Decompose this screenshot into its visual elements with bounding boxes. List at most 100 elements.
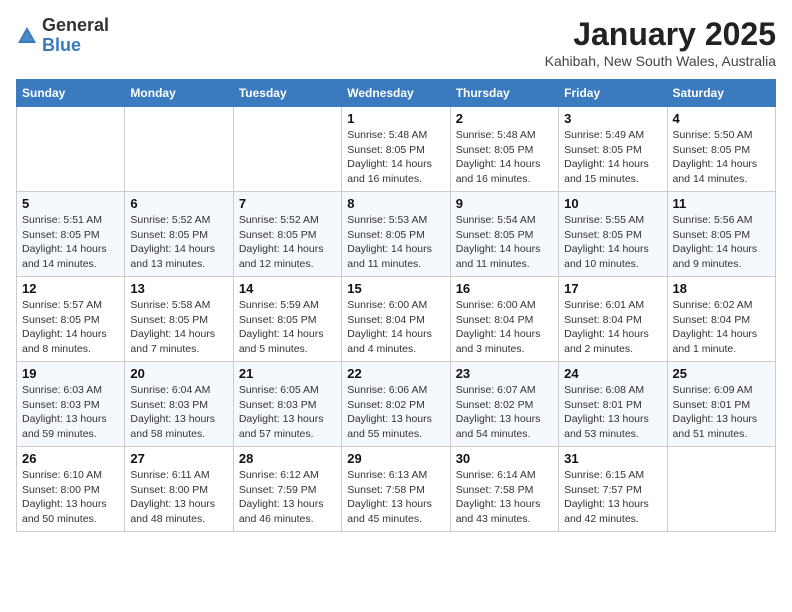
logo-blue-text: Blue xyxy=(42,35,81,55)
day-info: Sunrise: 5:59 AM Sunset: 8:05 PM Dayligh… xyxy=(239,298,336,357)
week-row-4: 19 Sunrise: 6:03 AM Sunset: 8:03 PM Dayli… xyxy=(17,362,776,447)
day-number: 16 xyxy=(456,281,553,296)
day-number: 11 xyxy=(673,196,770,211)
day-info: Sunrise: 5:52 AM Sunset: 8:05 PM Dayligh… xyxy=(239,213,336,272)
day-number: 8 xyxy=(347,196,444,211)
weekday-header-friday: Friday xyxy=(559,80,667,107)
day-number: 21 xyxy=(239,366,336,381)
day-info: Sunrise: 5:58 AM Sunset: 8:05 PM Dayligh… xyxy=(130,298,227,357)
day-cell-4: 4 Sunrise: 5:50 AM Sunset: 8:05 PM Daylig… xyxy=(667,107,775,192)
day-info: Sunrise: 6:00 AM Sunset: 8:04 PM Dayligh… xyxy=(456,298,553,357)
weekday-header-tuesday: Tuesday xyxy=(233,80,341,107)
day-info: Sunrise: 6:11 AM Sunset: 8:00 PM Dayligh… xyxy=(130,468,227,527)
day-info: Sunrise: 6:06 AM Sunset: 8:02 PM Dayligh… xyxy=(347,383,444,442)
empty-cell xyxy=(667,447,775,532)
day-cell-1: 1 Sunrise: 5:48 AM Sunset: 8:05 PM Daylig… xyxy=(342,107,450,192)
day-info: Sunrise: 6:03 AM Sunset: 8:03 PM Dayligh… xyxy=(22,383,119,442)
day-number: 18 xyxy=(673,281,770,296)
weekday-header-sunday: Sunday xyxy=(17,80,125,107)
day-number: 5 xyxy=(22,196,119,211)
day-cell-6: 6 Sunrise: 5:52 AM Sunset: 8:05 PM Daylig… xyxy=(125,192,233,277)
day-number: 15 xyxy=(347,281,444,296)
logo: General Blue xyxy=(16,16,109,56)
header: General Blue January 2025 Kahibah, New S… xyxy=(16,16,776,69)
day-cell-21: 21Sunrise: 6:05 AM Sunset: 8:03 PM Dayli… xyxy=(233,362,341,447)
day-info: Sunrise: 5:49 AM Sunset: 8:05 PM Dayligh… xyxy=(564,128,661,187)
weekday-header-thursday: Thursday xyxy=(450,80,558,107)
day-number: 10 xyxy=(564,196,661,211)
day-number: 31 xyxy=(564,451,661,466)
day-info: Sunrise: 5:48 AM Sunset: 8:05 PM Dayligh… xyxy=(347,128,444,187)
day-cell-22: 22 Sunrise: 6:06 AM Sunset: 8:02 PM Dayli… xyxy=(342,362,450,447)
day-cell-13: 13Sunrise: 5:58 AM Sunset: 8:05 PM Dayli… xyxy=(125,277,233,362)
weekday-header-wednesday: Wednesday xyxy=(342,80,450,107)
day-info: Sunrise: 5:56 AM Sunset: 8:05 PM Dayligh… xyxy=(673,213,770,272)
day-cell-29: 29Sunrise: 6:13 AM Sunset: 7:58 PM Dayli… xyxy=(342,447,450,532)
day-info: Sunrise: 6:07 AM Sunset: 8:02 PM Dayligh… xyxy=(456,383,553,442)
day-cell-11: 11 Sunrise: 5:56 AM Sunset: 8:05 PM Dayli… xyxy=(667,192,775,277)
day-cell-24: 24 Sunrise: 6:08 AM Sunset: 8:01 PM Dayli… xyxy=(559,362,667,447)
month-year-title: January 2025 xyxy=(545,16,776,53)
day-cell-9: 9 Sunrise: 5:54 AM Sunset: 8:05 PM Daylig… xyxy=(450,192,558,277)
day-cell-31: 31Sunrise: 6:15 AM Sunset: 7:57 PM Dayli… xyxy=(559,447,667,532)
day-cell-18: 18Sunrise: 6:02 AM Sunset: 8:04 PM Dayli… xyxy=(667,277,775,362)
day-info: Sunrise: 5:50 AM Sunset: 8:05 PM Dayligh… xyxy=(673,128,770,187)
day-number: 14 xyxy=(239,281,336,296)
day-cell-14: 14 Sunrise: 5:59 AM Sunset: 8:05 PM Dayli… xyxy=(233,277,341,362)
day-info: Sunrise: 5:54 AM Sunset: 8:05 PM Dayligh… xyxy=(456,213,553,272)
weekday-header-row: SundayMondayTuesdayWednesdayThursdayFrid… xyxy=(17,80,776,107)
day-cell-27: 27 Sunrise: 6:11 AM Sunset: 8:00 PM Dayli… xyxy=(125,447,233,532)
day-cell-23: 23 Sunrise: 6:07 AM Sunset: 8:02 PM Dayli… xyxy=(450,362,558,447)
week-row-3: 12 Sunrise: 5:57 AM Sunset: 8:05 PM Dayli… xyxy=(17,277,776,362)
week-row-5: 26 Sunrise: 6:10 AM Sunset: 8:00 PM Dayli… xyxy=(17,447,776,532)
day-number: 27 xyxy=(130,451,227,466)
day-number: 1 xyxy=(347,111,444,126)
day-number: 24 xyxy=(564,366,661,381)
day-number: 28 xyxy=(239,451,336,466)
day-info: Sunrise: 5:52 AM Sunset: 8:05 PM Dayligh… xyxy=(130,213,227,272)
day-number: 23 xyxy=(456,366,553,381)
day-number: 4 xyxy=(673,111,770,126)
day-number: 22 xyxy=(347,366,444,381)
day-info: Sunrise: 6:09 AM Sunset: 8:01 PM Dayligh… xyxy=(673,383,770,442)
day-cell-19: 19 Sunrise: 6:03 AM Sunset: 8:03 PM Dayli… xyxy=(17,362,125,447)
day-number: 3 xyxy=(564,111,661,126)
day-info: Sunrise: 6:01 AM Sunset: 8:04 PM Dayligh… xyxy=(564,298,661,357)
day-info: Sunrise: 5:55 AM Sunset: 8:05 PM Dayligh… xyxy=(564,213,661,272)
day-info: Sunrise: 5:57 AM Sunset: 8:05 PM Dayligh… xyxy=(22,298,119,357)
day-info: Sunrise: 6:04 AM Sunset: 8:03 PM Dayligh… xyxy=(130,383,227,442)
day-cell-30: 30 Sunrise: 6:14 AM Sunset: 7:58 PM Dayli… xyxy=(450,447,558,532)
day-info: Sunrise: 5:48 AM Sunset: 8:05 PM Dayligh… xyxy=(456,128,553,187)
day-number: 19 xyxy=(22,366,119,381)
empty-cell xyxy=(125,107,233,192)
location-subtitle: Kahibah, New South Wales, Australia xyxy=(545,53,776,69)
logo-icon xyxy=(16,25,38,47)
empty-cell xyxy=(17,107,125,192)
day-number: 12 xyxy=(22,281,119,296)
weekday-header-monday: Monday xyxy=(125,80,233,107)
day-number: 20 xyxy=(130,366,227,381)
day-info: Sunrise: 5:53 AM Sunset: 8:05 PM Dayligh… xyxy=(347,213,444,272)
day-cell-3: 3 Sunrise: 5:49 AM Sunset: 8:05 PM Daylig… xyxy=(559,107,667,192)
day-info: Sunrise: 6:14 AM Sunset: 7:58 PM Dayligh… xyxy=(456,468,553,527)
day-number: 7 xyxy=(239,196,336,211)
day-info: Sunrise: 6:08 AM Sunset: 8:01 PM Dayligh… xyxy=(564,383,661,442)
day-cell-8: 8 Sunrise: 5:53 AM Sunset: 8:05 PM Daylig… xyxy=(342,192,450,277)
day-cell-5: 5 Sunrise: 5:51 AM Sunset: 8:05 PM Daylig… xyxy=(17,192,125,277)
day-number: 26 xyxy=(22,451,119,466)
empty-cell xyxy=(233,107,341,192)
day-number: 6 xyxy=(130,196,227,211)
week-row-1: 1 Sunrise: 5:48 AM Sunset: 8:05 PM Daylig… xyxy=(17,107,776,192)
weekday-header-saturday: Saturday xyxy=(667,80,775,107)
day-number: 25 xyxy=(673,366,770,381)
day-info: Sunrise: 5:51 AM Sunset: 8:05 PM Dayligh… xyxy=(22,213,119,272)
day-number: 29 xyxy=(347,451,444,466)
day-number: 9 xyxy=(456,196,553,211)
day-info: Sunrise: 6:10 AM Sunset: 8:00 PM Dayligh… xyxy=(22,468,119,527)
day-number: 30 xyxy=(456,451,553,466)
day-number: 17 xyxy=(564,281,661,296)
day-cell-10: 10 Sunrise: 5:55 AM Sunset: 8:05 PM Dayli… xyxy=(559,192,667,277)
day-cell-7: 7 Sunrise: 5:52 AM Sunset: 8:05 PM Daylig… xyxy=(233,192,341,277)
day-cell-25: 25 Sunrise: 6:09 AM Sunset: 8:01 PM Dayli… xyxy=(667,362,775,447)
logo-general-text: General xyxy=(42,15,109,35)
